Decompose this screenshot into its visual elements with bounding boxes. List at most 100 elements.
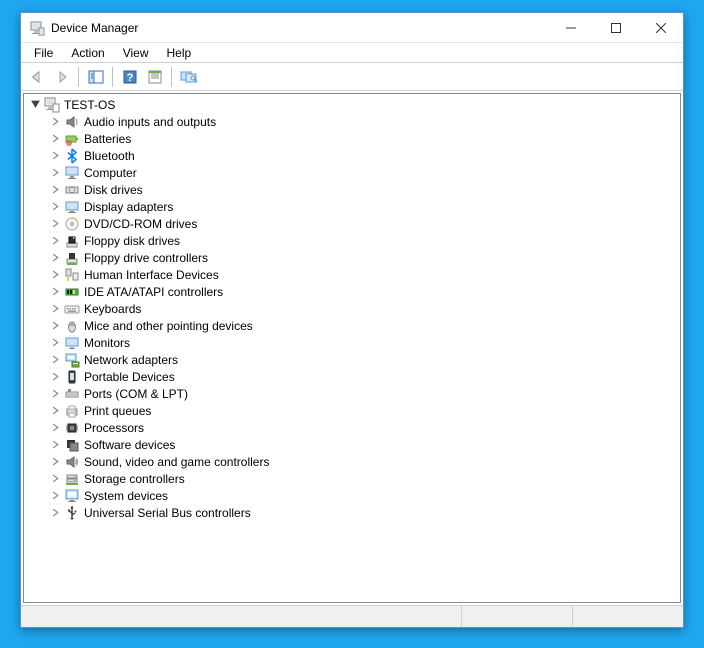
- tree-item-label: Floppy disk drives: [84, 234, 180, 248]
- tree-item-label: Audio inputs and outputs: [84, 115, 216, 129]
- chevron-right-icon[interactable]: [48, 438, 62, 452]
- statusbar: [21, 605, 683, 627]
- display-icon: [64, 199, 80, 215]
- tree-item-label: Network adapters: [84, 353, 178, 367]
- tree-item-label: Keyboards: [84, 302, 141, 316]
- tree-item[interactable]: System devices: [24, 487, 680, 504]
- chevron-down-icon[interactable]: [28, 98, 42, 112]
- tree-item[interactable]: Disk drives: [24, 181, 680, 198]
- tree-item-label: Ports (COM & LPT): [84, 387, 188, 401]
- chevron-right-icon[interactable]: [48, 268, 62, 282]
- menu-view[interactable]: View: [114, 44, 158, 62]
- tree-item[interactable]: Bluetooth: [24, 147, 680, 164]
- menubar: File Action View Help: [21, 43, 683, 63]
- menu-action[interactable]: Action: [62, 44, 113, 62]
- monitor-icon: [64, 335, 80, 351]
- chevron-right-icon[interactable]: [48, 404, 62, 418]
- app-icon: [29, 20, 45, 36]
- chevron-right-icon[interactable]: [48, 166, 62, 180]
- chevron-right-icon[interactable]: [48, 421, 62, 435]
- disk-icon: [64, 182, 80, 198]
- ide-icon: [64, 284, 80, 300]
- menu-file[interactable]: File: [25, 44, 62, 62]
- tree-item[interactable]: Processors: [24, 419, 680, 436]
- chevron-right-icon[interactable]: [48, 387, 62, 401]
- keyboard-icon: [64, 301, 80, 317]
- help-button[interactable]: ?: [118, 66, 141, 88]
- tree-item-label: DVD/CD-ROM drives: [84, 217, 197, 231]
- hid-icon: [64, 267, 80, 283]
- tree-item[interactable]: Mice and other pointing devices: [24, 317, 680, 334]
- chevron-right-icon[interactable]: [48, 285, 62, 299]
- chevron-right-icon[interactable]: [48, 251, 62, 265]
- chevron-right-icon[interactable]: [48, 132, 62, 146]
- tree-item[interactable]: Keyboards: [24, 300, 680, 317]
- tree-item[interactable]: Portable Devices: [24, 368, 680, 385]
- chevron-right-icon[interactable]: [48, 370, 62, 384]
- chevron-right-icon[interactable]: [48, 506, 62, 520]
- tree-item-label: Mice and other pointing devices: [84, 319, 253, 333]
- tree-item[interactable]: Monitors: [24, 334, 680, 351]
- forward-button[interactable]: [50, 66, 73, 88]
- minimize-button[interactable]: [548, 13, 593, 42]
- tree-item-label: Computer: [84, 166, 137, 180]
- tree-item[interactable]: IDE ATA/ATAPI controllers: [24, 283, 680, 300]
- chevron-right-icon[interactable]: [48, 217, 62, 231]
- back-button[interactable]: [25, 66, 48, 88]
- properties-button[interactable]: [143, 66, 166, 88]
- chevron-right-icon[interactable]: [48, 353, 62, 367]
- tree-root[interactable]: TEST-OS: [24, 96, 680, 113]
- chevron-right-icon[interactable]: [48, 183, 62, 197]
- tree-item[interactable]: Universal Serial Bus controllers: [24, 504, 680, 521]
- system-icon: [64, 488, 80, 504]
- menu-help[interactable]: Help: [158, 44, 201, 62]
- tree-item-label: Batteries: [84, 132, 131, 146]
- tree-item[interactable]: Print queues: [24, 402, 680, 419]
- chevron-right-icon[interactable]: [48, 319, 62, 333]
- tree-item[interactable]: DVD/CD-ROM drives: [24, 215, 680, 232]
- chevron-right-icon[interactable]: [48, 115, 62, 129]
- tree-item[interactable]: Floppy disk drives: [24, 232, 680, 249]
- tree-item[interactable]: Network adapters: [24, 351, 680, 368]
- tree-item[interactable]: Floppy drive controllers: [24, 249, 680, 266]
- tree-item[interactable]: Ports (COM & LPT): [24, 385, 680, 402]
- toolbar-separator: [112, 67, 113, 87]
- tree-item[interactable]: Sound, video and game controllers: [24, 453, 680, 470]
- svg-text:?: ?: [126, 72, 133, 84]
- tree-item-label: Floppy drive controllers: [84, 251, 208, 265]
- tree-item[interactable]: Display adapters: [24, 198, 680, 215]
- tree-item-label: Monitors: [84, 336, 130, 350]
- status-cell: [462, 606, 573, 627]
- chevron-right-icon[interactable]: [48, 472, 62, 486]
- chevron-right-icon[interactable]: [48, 200, 62, 214]
- window-controls: [548, 13, 683, 42]
- tree-item-label: Universal Serial Bus controllers: [84, 506, 251, 520]
- tree-item[interactable]: Audio inputs and outputs: [24, 113, 680, 130]
- tree-item[interactable]: Batteries: [24, 130, 680, 147]
- show-hide-console-tree-button[interactable]: [84, 66, 107, 88]
- tree-item[interactable]: Software devices: [24, 436, 680, 453]
- toolbar-separator: [78, 67, 79, 87]
- chevron-right-icon[interactable]: [48, 149, 62, 163]
- chevron-right-icon[interactable]: [48, 455, 62, 469]
- maximize-button[interactable]: [593, 13, 638, 42]
- chevron-right-icon[interactable]: [48, 336, 62, 350]
- chevron-right-icon[interactable]: [48, 489, 62, 503]
- tree-item-label: System devices: [84, 489, 168, 503]
- scan-hardware-button[interactable]: [177, 66, 200, 88]
- device-manager-window: Device Manager File Action View Help: [20, 12, 684, 628]
- device-tree[interactable]: TEST-OS Audio inputs and outputs Batterie…: [23, 93, 681, 603]
- close-button[interactable]: [638, 13, 683, 42]
- chevron-right-icon[interactable]: [48, 234, 62, 248]
- tree-item[interactable]: Computer: [24, 164, 680, 181]
- tree-item[interactable]: Human Interface Devices: [24, 266, 680, 283]
- chevron-right-icon[interactable]: [48, 302, 62, 316]
- status-cell: [573, 606, 683, 627]
- floppy-ctrl-icon: [64, 250, 80, 266]
- tree-item-label: Software devices: [84, 438, 175, 452]
- storage-icon: [64, 471, 80, 487]
- computer-icon: [64, 165, 80, 181]
- tree-item-label: Display adapters: [84, 200, 173, 214]
- audio-icon: [64, 114, 80, 130]
- tree-item[interactable]: Storage controllers: [24, 470, 680, 487]
